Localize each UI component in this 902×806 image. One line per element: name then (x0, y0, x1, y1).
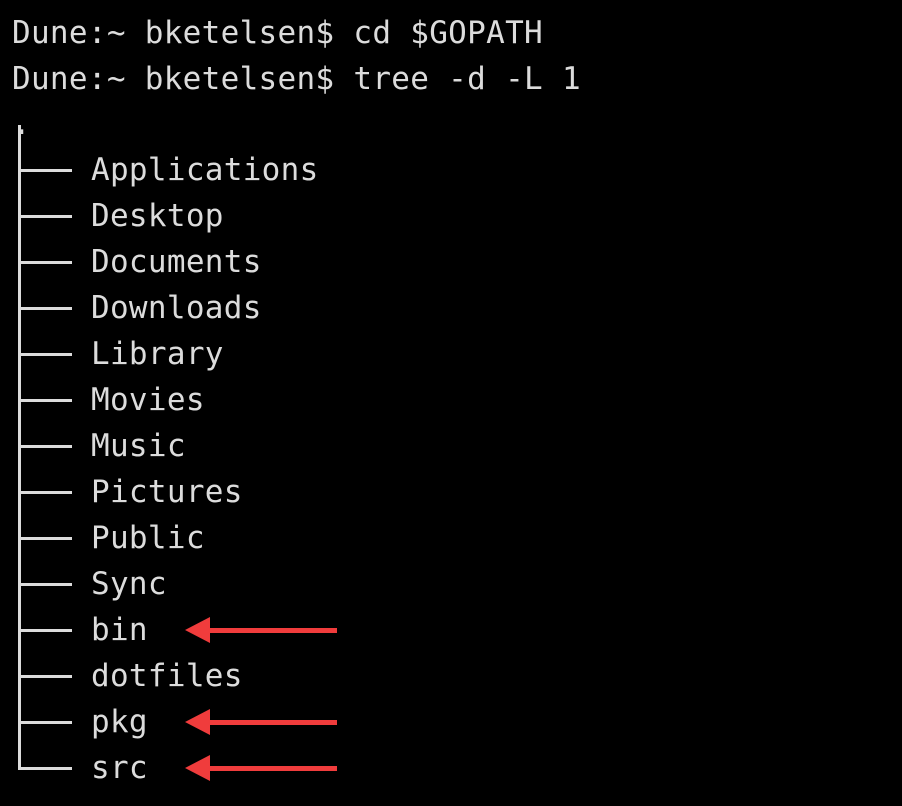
directory-name: Pictures (91, 474, 243, 510)
tree-horizontal-line (18, 215, 72, 218)
directory-name: Movies (91, 382, 205, 418)
tree-vertical-line (18, 723, 21, 770)
directory-name: bin (91, 612, 148, 648)
left-arrow-icon (185, 755, 337, 781)
command: cd $GOPATH (353, 15, 543, 51)
prompt: Dune:~ bketelsen$ (12, 61, 335, 97)
tree-tee-branch (18, 355, 72, 424)
directory-name: Desktop (91, 198, 224, 234)
tree-tee-branch (18, 585, 72, 654)
tree-tee-branch (18, 125, 72, 194)
left-arrow-icon (185, 709, 337, 735)
tree-horizontal-line (18, 399, 72, 402)
directory-name: Applications (91, 152, 319, 188)
tree-tee-branch (18, 447, 72, 516)
tree-tee-branch (18, 171, 72, 240)
tree-tee-branch (18, 539, 72, 608)
command: tree -d -L 1 (353, 61, 581, 97)
tree-tee-branch (18, 493, 72, 562)
tree-horizontal-line (18, 537, 72, 540)
tree-root: . (12, 106, 31, 142)
tree-horizontal-line (18, 721, 72, 724)
command-line-2: Dune:~ bketelsen$ tree -d -L 1 (12, 59, 581, 99)
tree-horizontal-line (18, 353, 72, 356)
directory-name: Sync (91, 566, 167, 602)
tree-tee-branch (18, 401, 72, 470)
tree-tee-branch (18, 631, 72, 700)
tree-horizontal-line (18, 767, 72, 770)
tree-horizontal-line (18, 583, 72, 586)
tree-horizontal-line (18, 307, 72, 310)
tree-horizontal-line (18, 491, 72, 494)
directory-name: dotfiles (91, 658, 243, 694)
prompt: Dune:~ bketelsen$ (12, 15, 335, 51)
directory-name: Music (91, 428, 186, 464)
directory-name: Library (91, 336, 224, 372)
tree-tee-branch (18, 217, 72, 286)
command-line-1: Dune:~ bketelsen$ cd $GOPATH (12, 13, 543, 53)
directory-name: Downloads (91, 290, 262, 326)
tree-tee-branch (18, 309, 72, 378)
left-arrow-icon (185, 617, 337, 643)
tree-tee-branch (18, 263, 72, 332)
directory-name: src (91, 750, 148, 786)
tree-horizontal-line (18, 169, 72, 172)
directory-name: Documents (91, 244, 262, 280)
tree-tee-branch (18, 677, 72, 746)
tree-horizontal-line (18, 629, 72, 632)
tree-horizontal-line (18, 445, 72, 448)
directory-name: Public (91, 520, 205, 556)
tree-horizontal-line (18, 675, 72, 678)
directory-name: pkg (91, 704, 148, 740)
tree-horizontal-line (18, 261, 72, 264)
tree-corner-branch (18, 723, 72, 792)
